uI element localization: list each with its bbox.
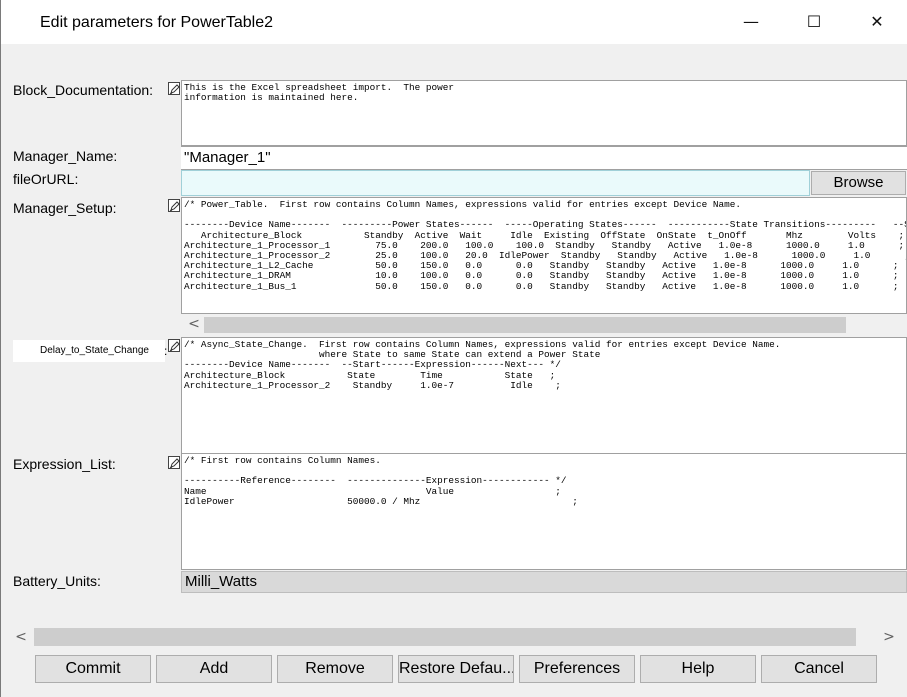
preferences-button[interactable]: Preferences	[519, 655, 635, 683]
cancel-button[interactable]: Cancel	[761, 655, 877, 683]
browse-button[interactable]: Browse	[811, 171, 906, 195]
restore-defaults-button[interactable]: Restore Defau...	[398, 655, 514, 683]
delay-label-colon: :	[164, 344, 168, 358]
manager-name-label: Manager_Name:	[13, 148, 118, 164]
commit-button[interactable]: Commit	[35, 655, 151, 683]
expression-list-label: Expression_List:	[13, 456, 116, 472]
edit-pencil-icon[interactable]	[168, 339, 180, 352]
edit-pencil-icon[interactable]	[168, 199, 180, 212]
battery-units-label: Battery_Units:	[13, 573, 101, 589]
scroll-left-icon[interactable]: <	[11, 626, 31, 648]
manager-setup-textarea[interactable]: /* Power_Table. First row contains Colum…	[181, 197, 907, 314]
help-button[interactable]: Help	[640, 655, 756, 683]
window-title: Edit parameters for PowerTable2	[40, 14, 273, 31]
minimize-icon[interactable]: —	[731, 6, 771, 38]
manager-setup-label: Manager_Setup:	[13, 200, 117, 216]
scrollbar-thumb[interactable]	[204, 317, 846, 333]
close-icon[interactable]: ✕	[857, 6, 897, 38]
expression-list-textarea[interactable]: /* First row contains Column Names. ----…	[181, 453, 907, 570]
delay-to-state-change-label: Delay_to_State_Change	[13, 340, 165, 362]
title-bar: Edit parameters for PowerTable2 — ☐ ✕	[1, 0, 907, 44]
delay-to-state-change-textarea[interactable]: /* Async_State_Change. First row contain…	[181, 337, 907, 454]
edit-parameters-dialog: Edit parameters for PowerTable2 — ☐ ✕ Bl…	[0, 0, 907, 697]
dialog-horizontal-scrollbar[interactable]: < >	[11, 626, 899, 648]
file-or-url-input[interactable]	[181, 170, 810, 196]
maximize-icon[interactable]: ☐	[794, 6, 834, 38]
edit-pencil-icon[interactable]	[168, 456, 180, 469]
scroll-right-icon[interactable]: >	[879, 626, 899, 648]
add-button[interactable]: Add	[156, 655, 272, 683]
scroll-left-icon[interactable]: <	[184, 314, 204, 335]
edit-pencil-icon[interactable]	[168, 82, 180, 95]
block-documentation-label: Block_Documentation:	[13, 82, 154, 98]
manager-name-field[interactable]: "Manager_1"	[181, 146, 907, 170]
battery-units-field[interactable]: Milli_Watts	[181, 571, 907, 593]
block-documentation-textarea[interactable]: This is the Excel spreadsheet import. Th…	[181, 80, 907, 146]
scrollbar-thumb[interactable]	[34, 628, 856, 646]
remove-button[interactable]: Remove	[277, 655, 393, 683]
manager-setup-horizontal-scrollbar[interactable]: <	[182, 314, 907, 335]
file-or-url-label: fileOrURL:	[13, 171, 79, 187]
